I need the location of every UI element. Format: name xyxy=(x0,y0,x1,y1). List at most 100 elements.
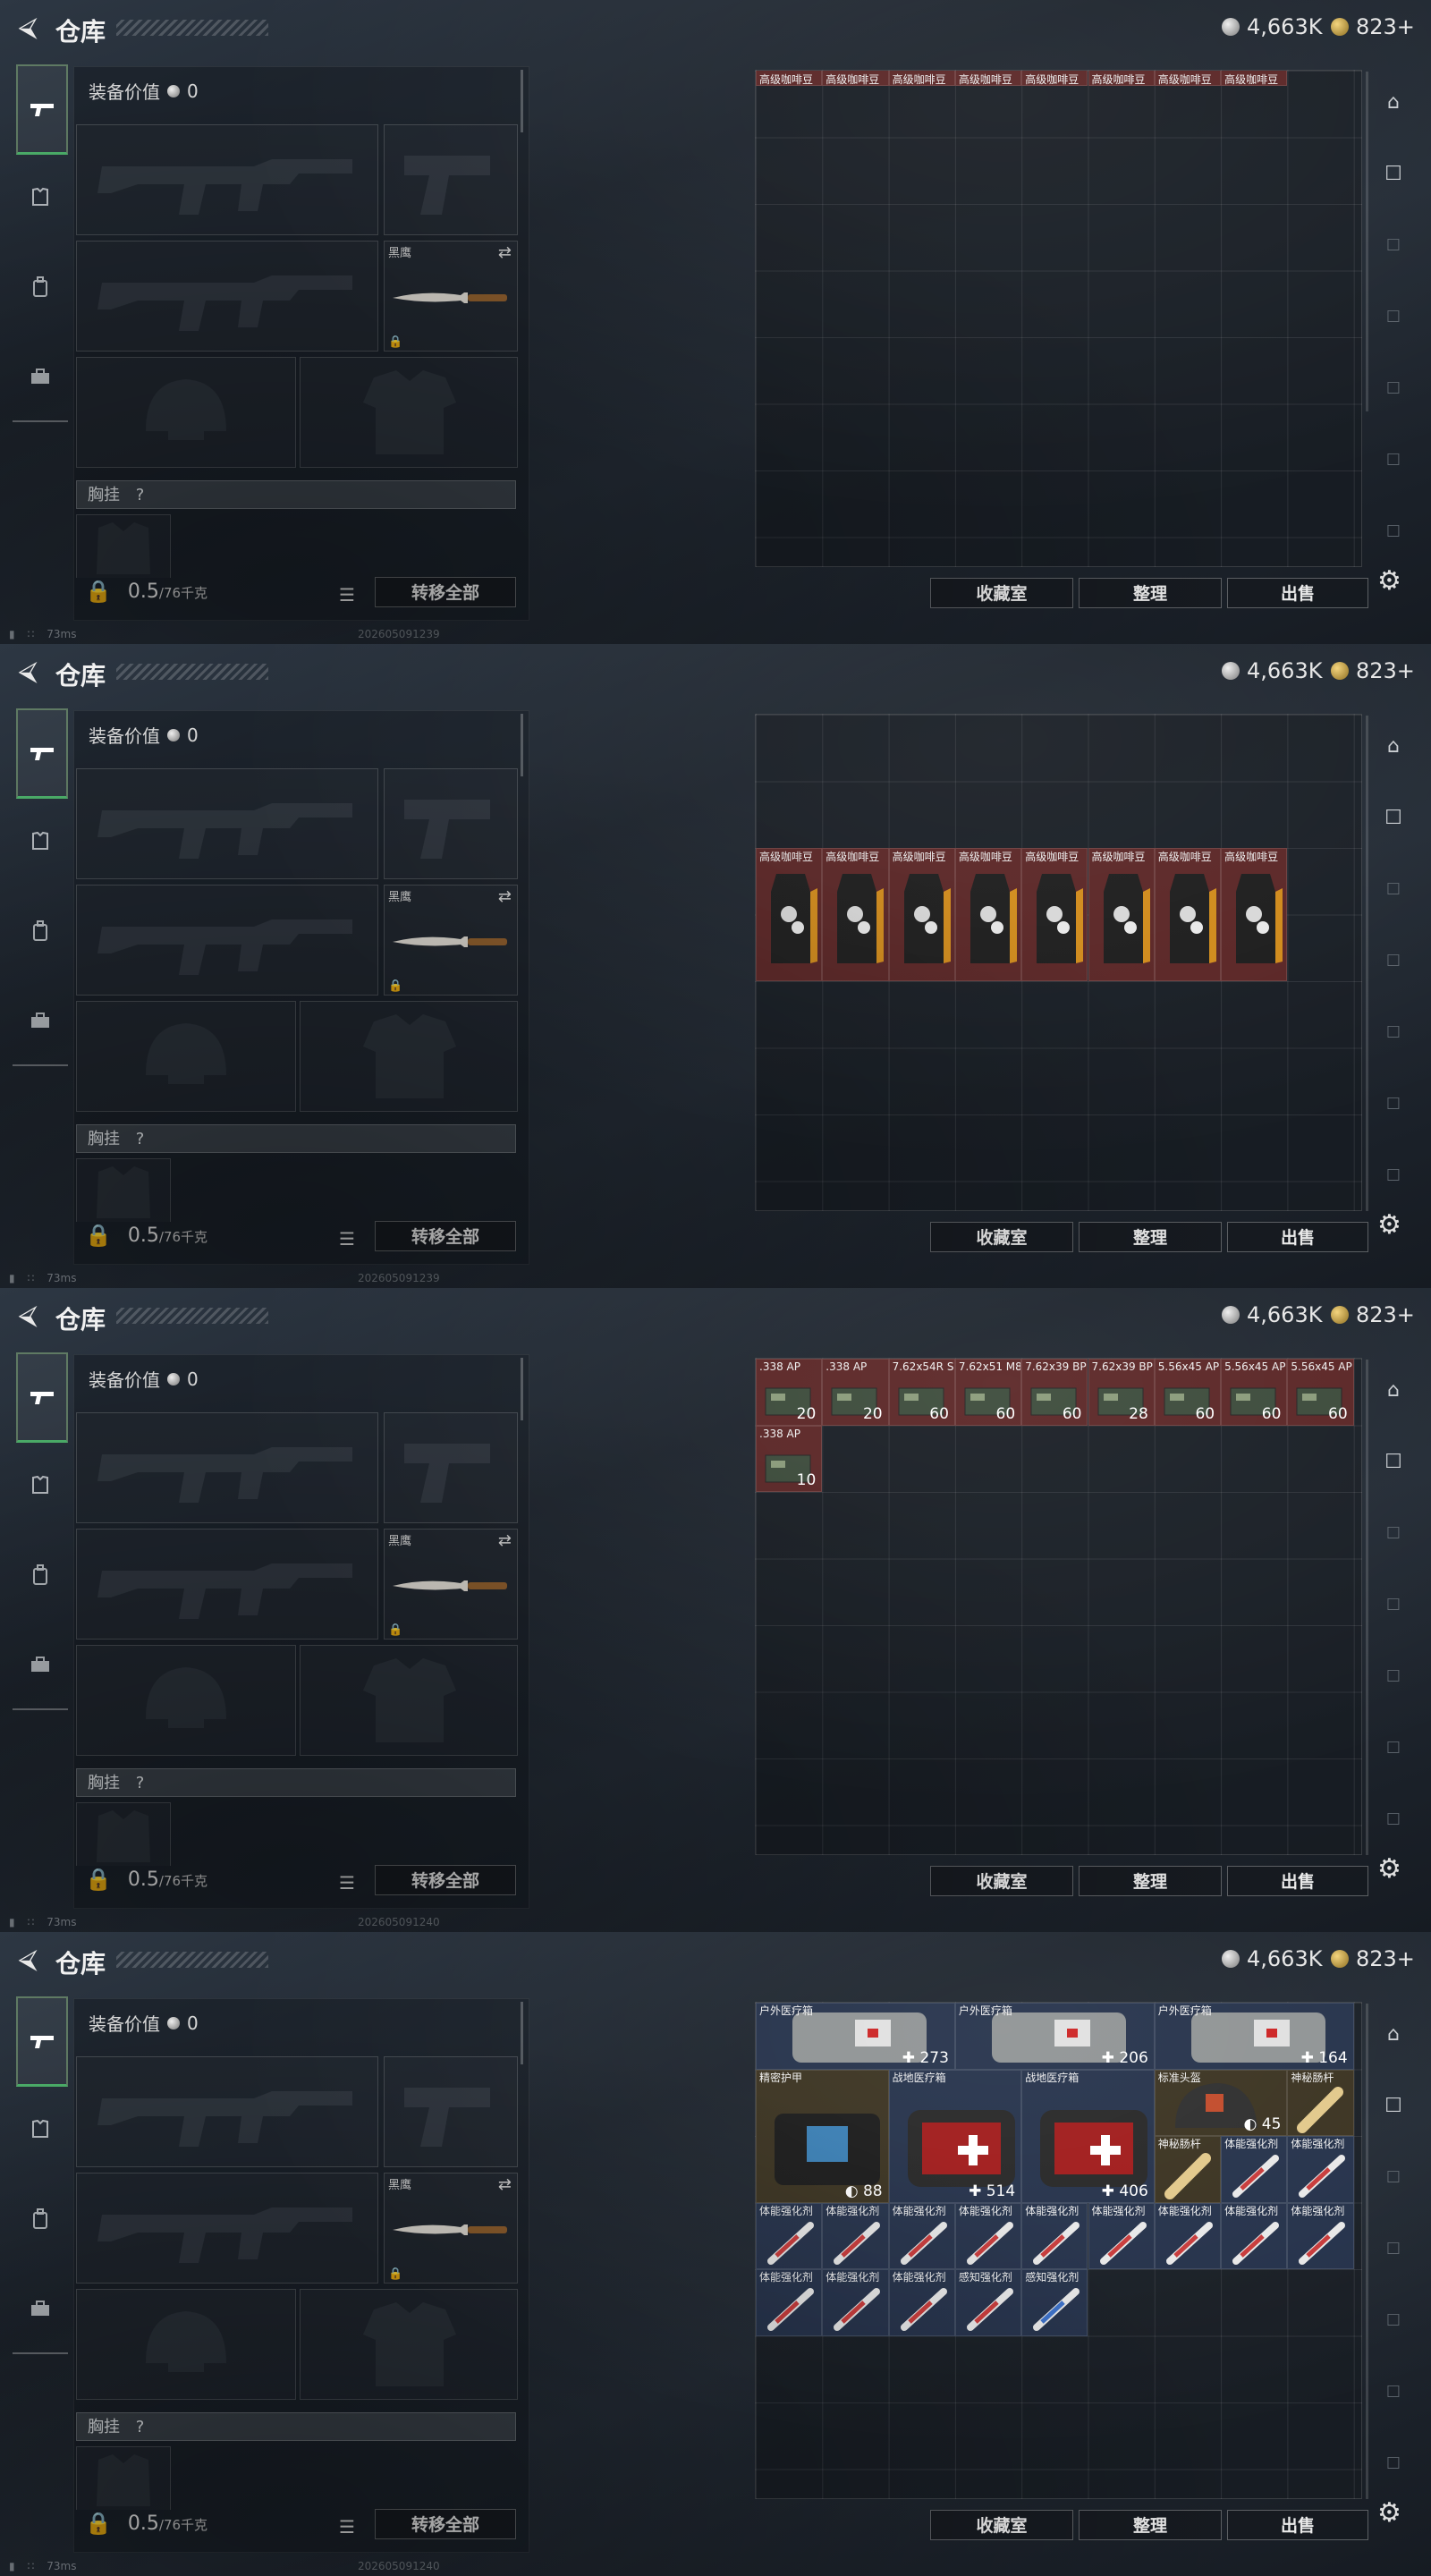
stash-item[interactable]: 高级咖啡豆 xyxy=(954,848,1022,981)
swap-icon[interactable]: ⇄ xyxy=(498,1531,512,1550)
collection-button[interactable]: 收藏室 xyxy=(930,1222,1073,1252)
stash-item[interactable]: 精密护甲 ◐ 88 xyxy=(756,2069,889,2203)
chest-rig-slot[interactable] xyxy=(76,514,171,578)
nav-weapons[interactable] xyxy=(16,64,68,155)
chest-rig-slot[interactable] xyxy=(76,1158,171,1222)
sort-button[interactable]: 整理 xyxy=(1079,1222,1222,1252)
stash-item[interactable]: 高级咖啡豆 xyxy=(822,71,889,86)
stash-item[interactable]: 高级咖啡豆 xyxy=(1088,71,1155,86)
body-armor-slot[interactable] xyxy=(300,1645,518,1756)
collection-button[interactable]: 收藏室 xyxy=(930,2510,1073,2540)
secondary-weapon-slot[interactable] xyxy=(76,2173,378,2284)
stash-item[interactable]: 户外医疗箱 ✚ 206 xyxy=(954,2003,1155,2070)
stash-item[interactable]: 标准头盔 ◐ 45 xyxy=(1154,2069,1288,2136)
primary-weapon-slot[interactable] xyxy=(76,1412,378,1523)
stash-item[interactable]: 感知强化剂 xyxy=(1021,2269,1088,2336)
stash-item[interactable]: 7.62x39 BP 60 xyxy=(1021,1359,1088,1426)
stash-page-2-icon[interactable]: ☐ xyxy=(1374,2089,1413,2122)
body-armor-slot[interactable] xyxy=(300,2289,518,2400)
stash-page-3-icon[interactable]: ☐ xyxy=(1374,873,1413,905)
gold-currency[interactable]: 823+ xyxy=(1331,1302,1415,1327)
melee-slot[interactable]: 黑鹰 ⇄ 🔒 xyxy=(384,1529,518,1640)
nav-weapons[interactable] xyxy=(16,1996,68,2087)
stash-item[interactable]: 战地医疗箱 ✚ 514 xyxy=(888,2069,1022,2203)
stash-item[interactable]: 体能强化剂 xyxy=(1287,2136,1354,2203)
gold-currency[interactable]: 823+ xyxy=(1331,14,1415,39)
stash-item[interactable]: 体能强化剂 xyxy=(1287,2202,1354,2269)
stash-page-2-icon[interactable]: ☐ xyxy=(1374,801,1413,834)
swap-icon[interactable]: ⇄ xyxy=(498,2175,512,2194)
stash-item[interactable]: 体能强化剂 xyxy=(1088,2202,1155,2269)
stash-item[interactable]: 体能强化剂 xyxy=(1154,2202,1222,2269)
stash-item[interactable]: 高级咖啡豆 xyxy=(756,71,823,86)
nav-case[interactable] xyxy=(20,1000,61,1041)
nav-armor[interactable] xyxy=(20,177,61,218)
nav-armor[interactable] xyxy=(20,2109,61,2150)
sell-button[interactable]: 出售 xyxy=(1227,2510,1368,2540)
pistol-slot[interactable] xyxy=(384,1412,518,1523)
stash-page-1-icon[interactable]: ⌂ xyxy=(1374,86,1413,118)
stash-page-2-icon[interactable]: ☐ xyxy=(1374,1445,1413,1478)
stash-item[interactable]: 高级咖啡豆 xyxy=(1154,71,1222,86)
melee-slot[interactable]: 黑鹰 ⇄ 🔒 xyxy=(384,2173,518,2284)
stash-item[interactable]: 高级咖啡豆 xyxy=(888,848,955,981)
primary-weapon-slot[interactable] xyxy=(76,2056,378,2167)
melee-slot[interactable]: 黑鹰 ⇄ 🔒 xyxy=(384,885,518,996)
help-icon[interactable]: ? xyxy=(136,486,145,504)
nav-case[interactable] xyxy=(20,1644,61,1685)
nav-case[interactable] xyxy=(20,2288,61,2329)
back-chevron-icon[interactable]: ⮘ xyxy=(13,13,43,43)
stash-item[interactable]: 神秘肠杆 xyxy=(1154,2136,1222,2203)
list-icon[interactable]: ☰ xyxy=(339,1228,355,1250)
nav-case[interactable] xyxy=(20,356,61,397)
stash-item[interactable]: 体能强化剂 xyxy=(1021,2202,1088,2269)
gear-icon[interactable]: ⚙ xyxy=(1377,1853,1401,1885)
stash-item[interactable]: 7.62x51 M80 60 xyxy=(954,1359,1022,1426)
stash-item[interactable]: 高级咖啡豆 xyxy=(1021,848,1088,981)
stash-page-5-icon[interactable]: ☐ xyxy=(1374,1016,1413,1048)
sell-button[interactable]: 出售 xyxy=(1227,578,1368,608)
secondary-weapon-slot[interactable] xyxy=(76,885,378,996)
nav-armor[interactable] xyxy=(20,1465,61,1506)
gold-currency[interactable]: 823+ xyxy=(1331,658,1415,683)
nav-backpack[interactable] xyxy=(20,911,61,952)
stash-page-3-icon[interactable]: ☐ xyxy=(1374,229,1413,261)
list-icon[interactable]: ☰ xyxy=(339,584,355,606)
stash-item[interactable]: 高级咖啡豆 xyxy=(1088,848,1155,981)
stash-page-2-icon[interactable]: ☐ xyxy=(1374,157,1413,190)
stash-page-1-icon[interactable]: ⌂ xyxy=(1374,1374,1413,1406)
stash-page-6-icon[interactable]: ☐ xyxy=(1374,2376,1413,2408)
stash-page-7-icon[interactable]: ☐ xyxy=(1374,1159,1413,1191)
stash-item[interactable]: 5.56x45 AP 60 xyxy=(1221,1359,1288,1426)
stash-item[interactable]: 高级咖啡豆 xyxy=(1154,848,1222,981)
stash-item[interactable]: 户外医疗箱 ✚ 273 xyxy=(756,2003,955,2070)
collection-button[interactable]: 收藏室 xyxy=(930,1866,1073,1896)
stash-item[interactable]: .338 AP 10 xyxy=(756,1425,823,1492)
pistol-slot[interactable] xyxy=(384,2056,518,2167)
stash-item[interactable]: .338 AP 20 xyxy=(756,1359,823,1426)
transfer-all-button[interactable]: 转移全部 xyxy=(375,1865,516,1895)
stash-item[interactable]: 体能强化剂 xyxy=(1221,2136,1288,2203)
sell-button[interactable]: 出售 xyxy=(1227,1222,1368,1252)
stash-page-7-icon[interactable]: ☐ xyxy=(1374,1803,1413,1835)
stash-item[interactable]: 体能强化剂 xyxy=(756,2269,823,2336)
helmet-slot[interactable] xyxy=(76,1001,296,1112)
sort-button[interactable]: 整理 xyxy=(1079,578,1222,608)
stash-page-5-icon[interactable]: ☐ xyxy=(1374,372,1413,404)
chest-rig-slot[interactable] xyxy=(76,2446,171,2510)
stash-item[interactable]: 高级咖啡豆 xyxy=(1221,848,1288,981)
stash-item[interactable]: 7.62x54R SNB 60 xyxy=(888,1359,955,1426)
gear-icon[interactable]: ⚙ xyxy=(1377,565,1401,597)
back-chevron-icon[interactable]: ⮘ xyxy=(13,1301,43,1331)
body-armor-slot[interactable] xyxy=(300,357,518,468)
primary-weapon-slot[interactable] xyxy=(76,768,378,879)
stash-item[interactable]: 战地医疗箱 ✚ 406 xyxy=(1021,2069,1155,2203)
collection-button[interactable]: 收藏室 xyxy=(930,578,1073,608)
stash-item[interactable]: .338 AP 20 xyxy=(822,1359,889,1426)
help-icon[interactable]: ? xyxy=(136,2418,145,2436)
nav-weapons[interactable] xyxy=(16,708,68,799)
stash-page-4-icon[interactable]: ☐ xyxy=(1374,945,1413,977)
secondary-weapon-slot[interactable] xyxy=(76,241,378,352)
secondary-weapon-slot[interactable] xyxy=(76,1529,378,1640)
body-armor-slot[interactable] xyxy=(300,1001,518,1112)
